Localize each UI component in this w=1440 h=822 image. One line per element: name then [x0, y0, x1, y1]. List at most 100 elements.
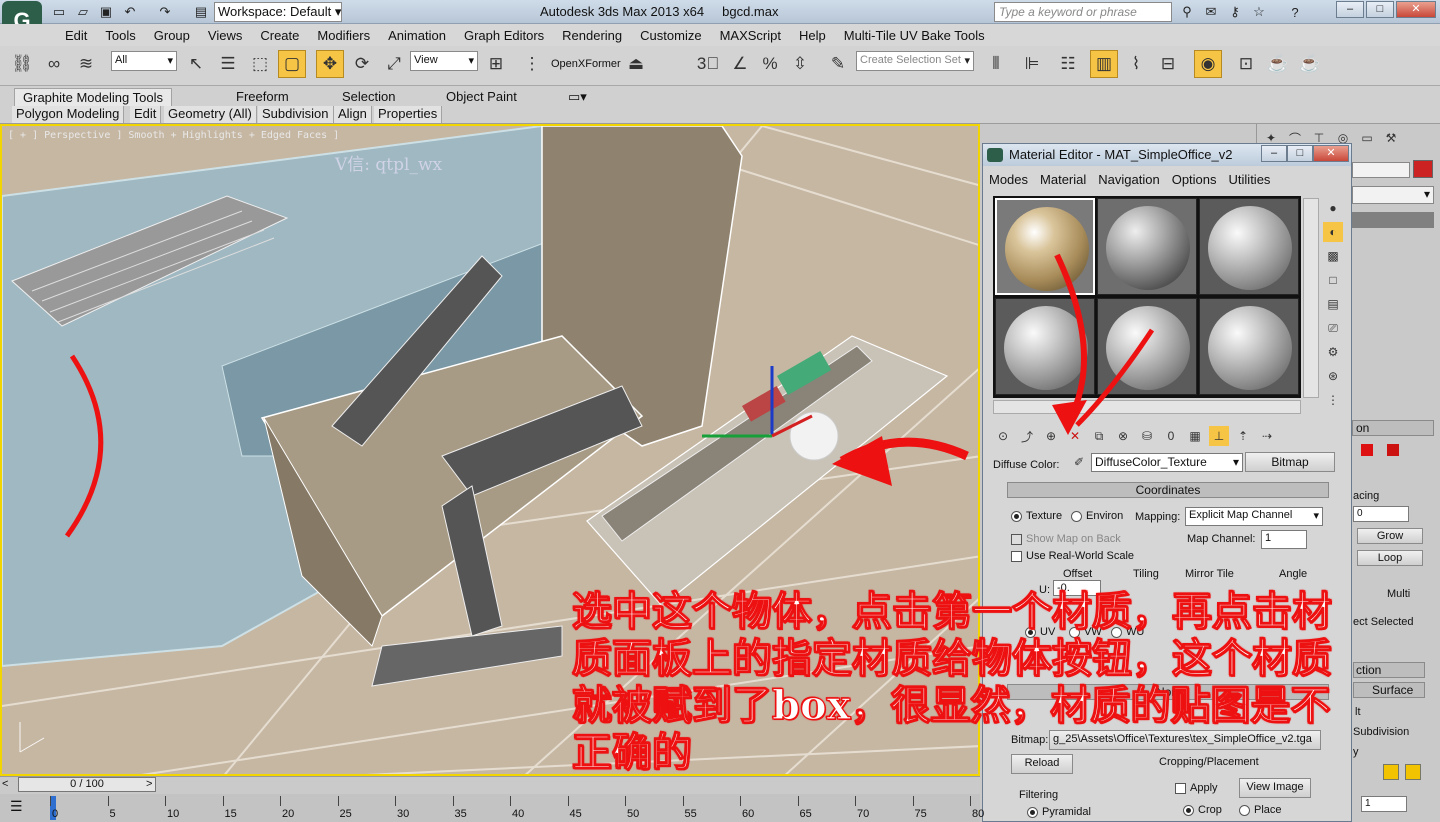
selection-color-swatch[interactable] — [1405, 764, 1421, 780]
map-channel-spinner[interactable]: 1 — [1261, 530, 1307, 549]
material-map-navigator-icon[interactable]: ⋮ — [1323, 390, 1343, 410]
ribbon-options-icon[interactable]: ▭▾ — [560, 88, 595, 106]
sample-slot[interactable] — [1199, 298, 1299, 395]
element-level-icon[interactable] — [1387, 444, 1399, 456]
subtab-geometry[interactable]: Geometry (All) — [164, 106, 257, 123]
unlink-icon[interactable]: ∞ — [40, 50, 68, 78]
tab-graphite-modeling[interactable]: Graphite Modeling Tools — [14, 88, 172, 106]
tab-freeform[interactable]: Freeform — [228, 88, 297, 106]
rendered-frame-icon[interactable]: ⊡ — [1232, 50, 1260, 78]
open-file-icon[interactable]: ▱ — [74, 3, 92, 21]
viewport-label[interactable]: [ + ] Perspective ] Smooth + Highlights … — [8, 130, 339, 141]
window-crossing-icon[interactable]: ▢ — [278, 50, 306, 78]
cage-color-swatch[interactable] — [1383, 764, 1399, 780]
menu-help[interactable]: Help — [790, 28, 835, 43]
background-icon[interactable]: ▩ — [1323, 246, 1343, 266]
menu-create[interactable]: Create — [251, 28, 308, 43]
show-map-on-back-checkbox[interactable]: Show Map on Back — [1011, 533, 1121, 545]
object-name-field[interactable] — [1352, 162, 1410, 178]
mated-minimize-button[interactable]: – — [1261, 145, 1287, 162]
go-to-parent-icon[interactable]: ⇡ — [1233, 426, 1253, 446]
subdivision-rollout[interactable]: ction — [1353, 662, 1425, 678]
options-icon[interactable]: ⚙ — [1323, 342, 1343, 362]
named-selection-dropdown[interactable]: Create Selection Set ▾ — [856, 51, 974, 71]
bind-space-warp-icon[interactable]: ≋ — [72, 50, 100, 78]
edit-named-selection-icon[interactable]: ✎ — [824, 50, 852, 78]
timeline-next-icon[interactable]: > — [146, 778, 152, 790]
modifier-stack-item[interactable] — [1352, 212, 1434, 228]
mated-menu-utilities[interactable]: Utilities — [1223, 172, 1277, 192]
close-button[interactable]: ✕ — [1396, 1, 1436, 18]
utilities-tab-icon[interactable]: ⚒ — [1381, 128, 1401, 148]
object-color-swatch[interactable] — [1413, 160, 1433, 178]
polygon-level-icon[interactable] — [1361, 444, 1373, 456]
graphite-toggle-icon[interactable]: ▥ — [1090, 50, 1118, 78]
openxformer-label[interactable]: OpenXFormer — [551, 58, 621, 70]
select-by-material-icon[interactable]: ⊛ — [1323, 366, 1343, 386]
percent-snap-icon[interactable]: % — [756, 50, 784, 78]
layer-manager-icon[interactable]: ☷ — [1054, 50, 1082, 78]
backlight-icon[interactable]: ◐ — [1323, 222, 1343, 242]
snap-3d-icon[interactable]: 3⃝ — [694, 50, 722, 78]
selection-filter-dropdown[interactable]: All ▾ — [111, 51, 177, 71]
angle-snap-icon[interactable]: ∠ — [726, 50, 754, 78]
ref-coord-dropdown[interactable]: View ▾ — [410, 51, 478, 71]
make-preview-icon[interactable]: ⎚ — [1323, 318, 1343, 338]
help-icon[interactable]: ? — [1286, 3, 1304, 21]
go-forward-sibling-icon[interactable]: ⇢ — [1257, 426, 1277, 446]
favorites-star-icon[interactable]: ☆ — [1250, 3, 1268, 21]
mated-menu-navigation[interactable]: Navigation — [1092, 172, 1165, 192]
menu-animation[interactable]: Animation — [379, 28, 455, 43]
uv-tiling-icon[interactable]: □ — [1323, 270, 1343, 290]
render-production-icon[interactable]: ☕ — [1264, 50, 1292, 78]
mated-maximize-button[interactable]: □ — [1287, 145, 1313, 162]
select-object-icon[interactable]: ↖ — [182, 50, 210, 78]
menu-group[interactable]: Group — [145, 28, 199, 43]
apply-checkbox[interactable]: Apply — [1175, 782, 1218, 794]
save-icon[interactable]: ▣ — [97, 3, 115, 21]
sample-type-icon[interactable]: ● — [1323, 198, 1343, 218]
mated-menu-material[interactable]: Material — [1034, 172, 1092, 192]
pivot-center-icon[interactable]: ⊞ — [482, 50, 510, 78]
time-slider[interactable]: 0 / 100 — [18, 777, 156, 792]
subtab-align[interactable]: Align — [334, 106, 372, 123]
mated-menu-options[interactable]: Options — [1166, 172, 1223, 192]
video-color-check-icon[interactable]: ▤ — [1323, 294, 1343, 314]
map-type-button[interactable]: Bitmap — [1245, 452, 1335, 472]
place-radio[interactable]: Place — [1239, 804, 1282, 816]
render-iterative-icon[interactable]: ☕ — [1296, 50, 1324, 78]
menu-customize[interactable]: Customize — [631, 28, 710, 43]
mated-menu-modes[interactable]: Modes — [983, 172, 1034, 192]
select-by-name-icon[interactable]: ☰ — [214, 50, 242, 78]
coordinates-rollout[interactable]: Coordinates — [1007, 482, 1329, 498]
modifier-list-dropdown[interactable]: ▾ — [1352, 186, 1434, 204]
maximize-button[interactable]: □ — [1366, 1, 1394, 18]
undo-icon[interactable]: ↶ — [121, 3, 139, 21]
show-map-icon[interactable]: ▦ — [1185, 426, 1205, 446]
subtab-polygon-modeling[interactable]: Polygon Modeling — [12, 106, 125, 123]
openxformer-icon[interactable]: ⋮ — [518, 50, 546, 78]
menu-tools[interactable]: Tools — [96, 28, 144, 43]
display-tab-icon[interactable]: ▭ — [1357, 128, 1377, 148]
rotate-icon[interactable]: ⟳ — [348, 50, 376, 78]
texture-radio[interactable]: Texture — [1011, 510, 1062, 522]
crop-radio[interactable]: Crop — [1183, 804, 1222, 816]
menu-maxscript[interactable]: MAXScript — [711, 28, 790, 43]
timeline-prev-icon[interactable]: < — [2, 778, 8, 790]
link-icon[interactable]: ⛓ — [8, 50, 36, 78]
use-real-world-checkbox[interactable]: Use Real-World Scale — [1011, 550, 1134, 562]
binoculars-icon[interactable]: ⚲ — [1178, 3, 1196, 21]
grow-button[interactable]: Grow — [1357, 528, 1423, 544]
subtab-subdivision[interactable]: Subdivision — [258, 106, 334, 123]
timeline-ruler[interactable] — [0, 794, 980, 822]
track-bar-icon[interactable]: ☰ — [10, 798, 23, 815]
slots-scrollbar[interactable] — [1303, 198, 1319, 398]
key-icon[interactable]: ⚷ — [1226, 3, 1244, 21]
menu-edit[interactable]: Edit — [56, 28, 96, 43]
menu-modifiers[interactable]: Modifiers — [308, 28, 379, 43]
sample-slot[interactable] — [1199, 198, 1299, 295]
scale-icon[interactable]: ⤢ — [380, 50, 408, 78]
new-file-icon[interactable]: ▭ — [50, 3, 68, 21]
menu-rendering[interactable]: Rendering — [553, 28, 631, 43]
workspace-dropdown[interactable]: Workspace: Default ▾ — [214, 2, 342, 22]
